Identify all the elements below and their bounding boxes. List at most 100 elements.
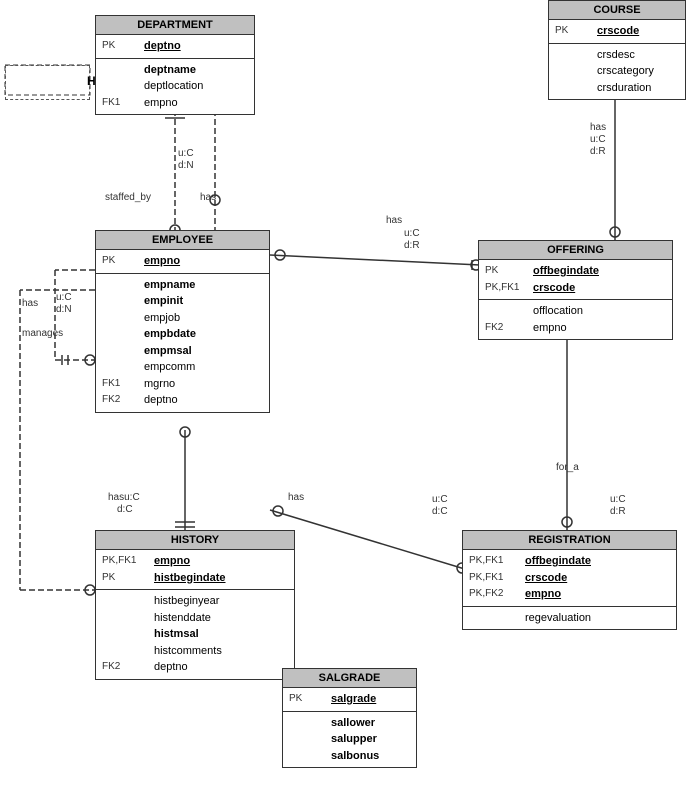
department-pk-section: PK deptno [96, 35, 254, 59]
emp-empmsal: empmsal [144, 343, 192, 360]
employee-pk-row: PK empno [102, 253, 263, 270]
course-crscategory: crscategory [597, 63, 654, 80]
label-has-left: has [22, 298, 38, 309]
label-uc-offering: u:C [404, 228, 420, 239]
off-crscode: crscode [533, 280, 575, 297]
label-dn-manages: d:N [56, 304, 72, 315]
sal-salgrade: salgrade [331, 691, 376, 708]
registration-entity: REGISTRATION PK,FK1 offbegindate PK,FK1 … [462, 530, 677, 630]
offering-header: OFFERING [479, 241, 672, 260]
label-uc-reg2: u:C [610, 494, 626, 505]
label-has-offering: has [386, 215, 402, 226]
emp-empinit: empinit [144, 293, 183, 310]
salgrade-attr-section: sallower salupper salbonus [283, 712, 416, 768]
offering-title: OFFERING [547, 244, 604, 256]
course-pk-section: PK crscode [549, 20, 685, 44]
emp-deptno: deptno [144, 392, 178, 409]
employee-header: EMPLOYEE [96, 231, 269, 250]
off-offlocation: offlocation [533, 303, 583, 320]
label-manages: manages [22, 328, 63, 339]
history-attr-section: histbeginyear histenddate histmsal histc… [96, 590, 294, 679]
sal-salupper: salupper [331, 731, 377, 748]
reg-empno: empno [525, 586, 561, 603]
salgrade-title: SALGRADE [319, 672, 381, 684]
off-empno: empno [533, 320, 567, 337]
reg-offbegindate: offbegindate [525, 553, 591, 570]
course-title: COURSE [593, 4, 640, 16]
dept-attr-row3: FK1 empno [102, 95, 248, 112]
registration-header: REGISTRATION [463, 531, 676, 550]
dept-deptlocation: deptlocation [144, 78, 203, 95]
label-dr-course: d:R [590, 146, 606, 157]
employee-entity: EMPLOYEE PK empno empname empinit empjob [95, 230, 270, 413]
course-crsduration: crsduration [597, 80, 651, 97]
history-title: HISTORY [171, 534, 219, 546]
label-d-c: d:C [117, 504, 133, 515]
dept-deptname: deptname [144, 62, 196, 79]
dept-empno: empno [144, 95, 178, 112]
label-dr-reg2: d:R [610, 506, 626, 517]
history-entity: HISTORY PK,FK1 empno PK histbegindate hi… [95, 530, 295, 680]
salgrade-entity: SALGRADE PK salgrade sallower salupper s… [282, 668, 417, 768]
label-dc-reg1: d:C [432, 506, 448, 517]
off-offbegindate: offbegindate [533, 263, 599, 280]
label-dr-offering: d:R [404, 240, 420, 251]
employee-pk-section: PK empno [96, 250, 269, 274]
history-pk-section: PK,FK1 empno PK histbegindate [96, 550, 294, 590]
hist-histcomments: histcomments [154, 643, 222, 660]
course-attr-section: crsdesc crscategory crsduration [549, 44, 685, 100]
course-crsdesc: crsdesc [597, 47, 635, 64]
offering-entity: OFFERING PK offbegindate PK,FK1 crscode … [478, 240, 673, 340]
department-title: DEPARTMENT [137, 19, 213, 31]
sal-sallower: sallower [331, 715, 375, 732]
label-for-a: for_a [556, 462, 579, 473]
reg-crscode: crscode [525, 570, 567, 587]
label-has-course: has [590, 122, 606, 133]
label-staffed-by: staffed_by [105, 192, 151, 203]
diagram-container: DEPARTMENT PK deptno deptname deptlocati… [0, 0, 690, 803]
dept-pk-field: deptno [144, 38, 181, 55]
dept-attr-row1: deptname [102, 62, 248, 79]
salgrade-pk-section: PK salgrade [283, 688, 416, 712]
label-dn-dept: d:N [178, 160, 194, 171]
employee-title: EMPLOYEE [152, 234, 213, 246]
emp-empcomm: empcomm [144, 359, 195, 376]
offering-attr-section: offlocation FK2 empno [479, 300, 672, 339]
salgrade-header: SALGRADE [283, 669, 416, 688]
registration-title: REGISTRATION [528, 534, 610, 546]
offering-pk-section: PK offbegindate PK,FK1 crscode [479, 260, 672, 300]
reg-regevaluation: regevaluation [525, 610, 591, 627]
emp-empbdate: empbdate [144, 326, 196, 343]
label-uc-reg1: u:C [432, 494, 448, 505]
dept-attr-row2: deptlocation [102, 78, 248, 95]
registration-pk-section: PK,FK1 offbegindate PK,FK1 crscode PK,FK… [463, 550, 676, 607]
emp-empjob: empjob [144, 310, 180, 327]
dept-pk-label: PK [102, 38, 140, 53]
hist-histbegindate: histbegindate [154, 570, 226, 587]
hist-histbeginyear: histbeginyear [154, 593, 219, 610]
registration-attr-section: regevaluation [463, 607, 676, 630]
course-crscode: crscode [597, 23, 639, 40]
label-uc-course: u:C [590, 134, 606, 145]
course-entity: COURSE PK crscode crsdesc crscategory cr… [548, 0, 686, 100]
hist-deptno: deptno [154, 659, 188, 676]
department-entity: DEPARTMENT PK deptno deptname deptlocati… [95, 15, 255, 115]
emp-pk-field: empno [144, 253, 180, 270]
label-has-hist: has [288, 492, 304, 503]
label-hasu-c: hasu:C [108, 492, 140, 503]
hist-histmsal: histmsal [154, 626, 199, 643]
department-attr-section: deptname deptlocation FK1 empno [96, 59, 254, 115]
h-symbol: H [87, 74, 96, 88]
hist-empno: empno [154, 553, 190, 570]
history-header: HISTORY [96, 531, 294, 550]
employee-attr-section: empname empinit empjob empbdate empmsal … [96, 274, 269, 412]
department-pk-row: PK deptno [102, 38, 248, 55]
label-has-dept-emp: has [200, 192, 216, 203]
sal-salbonus: salbonus [331, 748, 379, 765]
emp-mgrno: mgrno [144, 376, 175, 393]
label-uc-dept: u:C [178, 148, 194, 159]
emp-empname: empname [144, 277, 195, 294]
dashed-box [5, 65, 90, 100]
department-header: DEPARTMENT [96, 16, 254, 35]
hist-histenddate: histenddate [154, 610, 211, 627]
